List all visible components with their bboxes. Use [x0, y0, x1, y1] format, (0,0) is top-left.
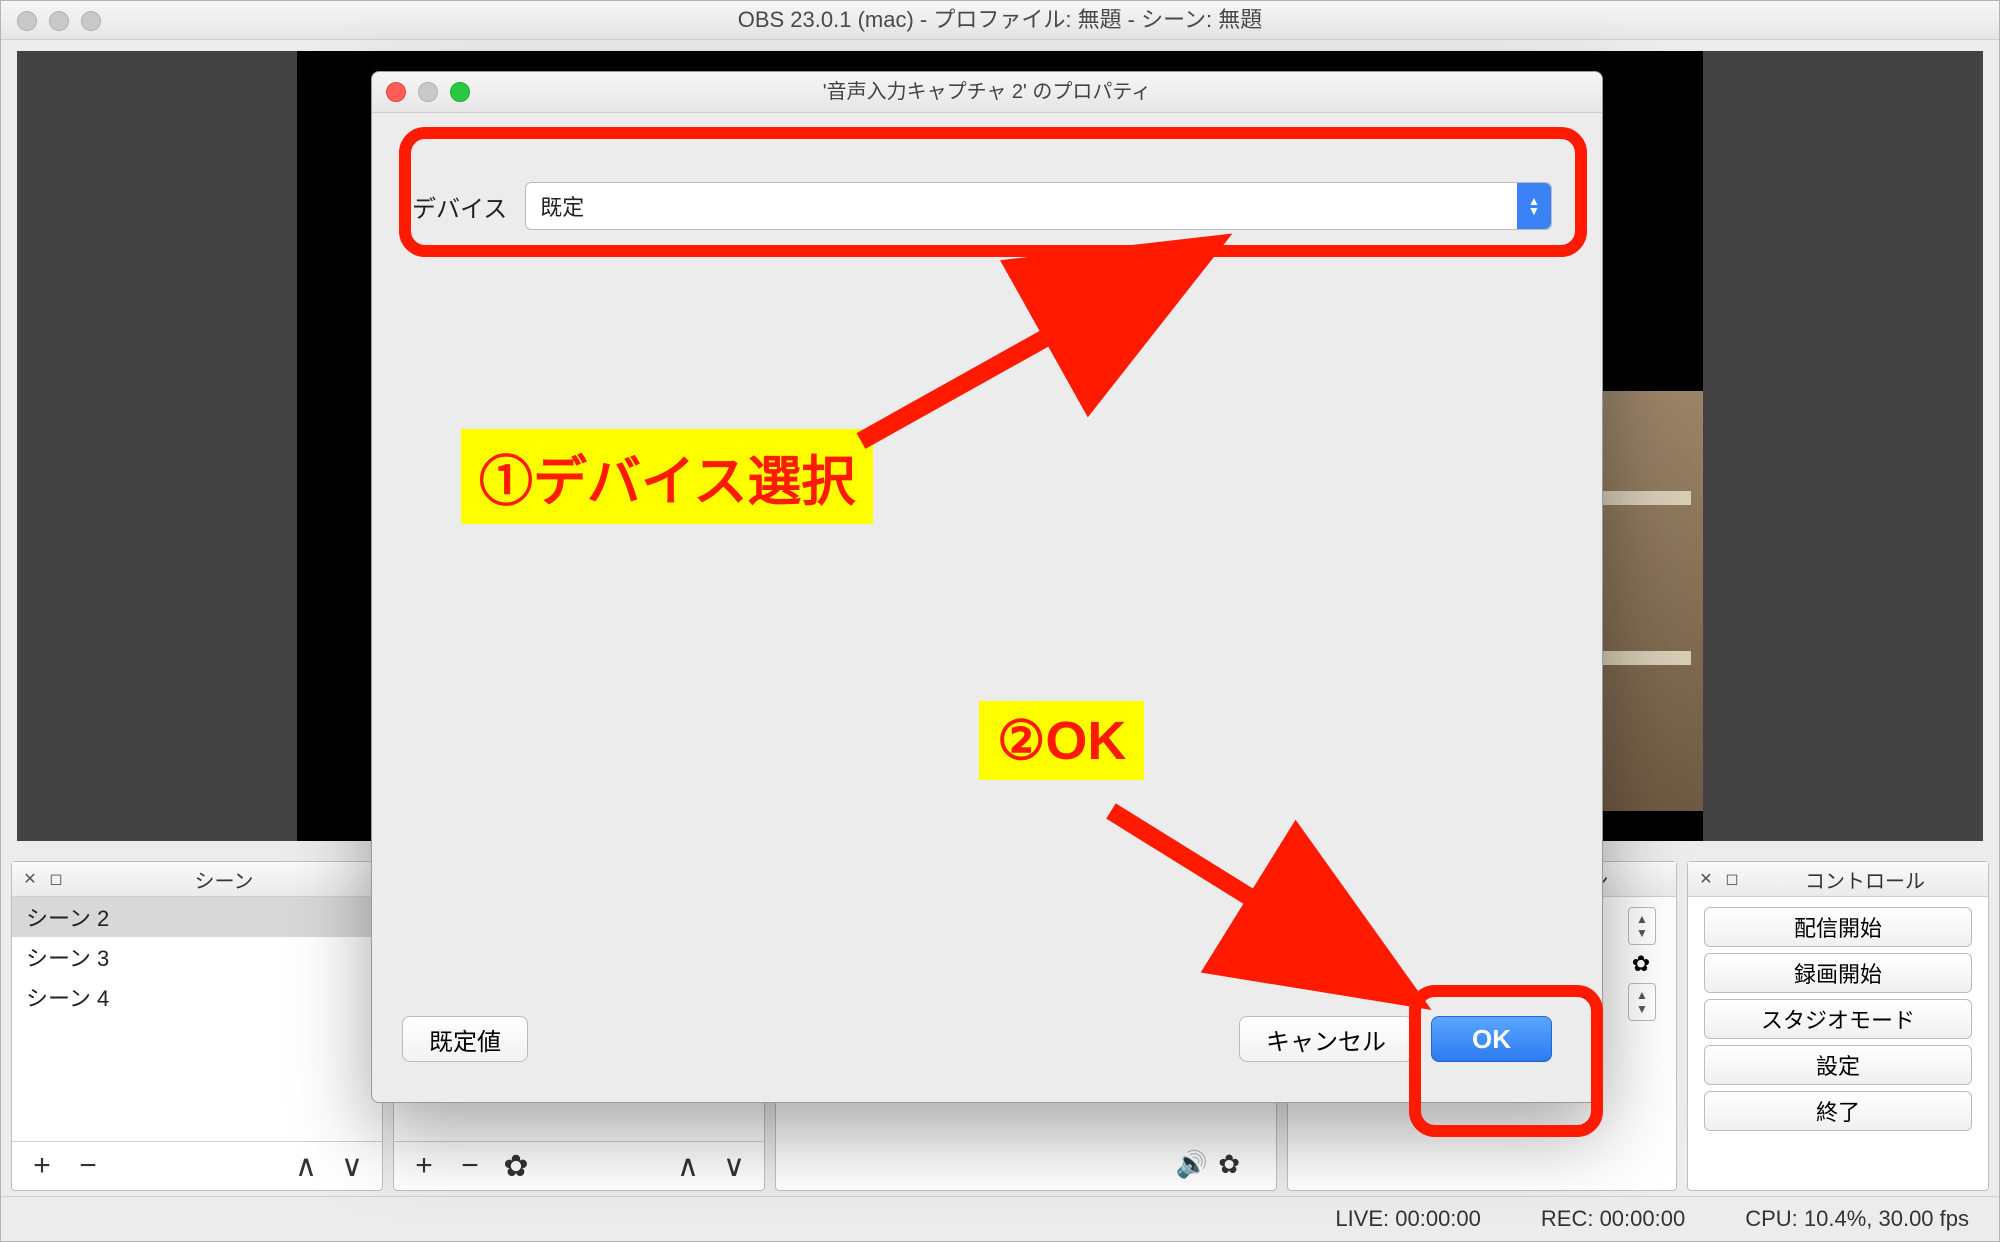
window-traffic-lights [17, 11, 101, 31]
window-close-icon[interactable] [17, 11, 37, 31]
transition-stepper[interactable]: ▲▼ [1628, 907, 1656, 945]
device-field-row: デバイス 既定 ▲▼ [412, 182, 1552, 230]
scene-item[interactable]: シーン 4 [12, 977, 382, 1017]
dialog-zoom-icon[interactable] [450, 82, 470, 102]
settings-button[interactable]: 設定 [1704, 1045, 1972, 1085]
device-label: デバイス [412, 189, 507, 224]
status-rec: REC: 00:00:00 [1541, 1206, 1685, 1232]
move-up-icon[interactable]: ∧ [292, 1149, 320, 1184]
dialog-titlebar: '音声入力キャプチャ 2' のプロパティ [372, 72, 1602, 113]
ok-button[interactable]: OK [1431, 1016, 1552, 1062]
dock-close-icon[interactable]: ✕ [20, 869, 40, 889]
dialog-title: '音声入力キャプチャ 2' のプロパティ [823, 81, 1151, 103]
scenes-toolbar: + − ∧ ∨ [12, 1141, 382, 1190]
defaults-button[interactable]: 既定値 [402, 1016, 528, 1062]
window-zoom-icon[interactable] [81, 11, 101, 31]
dialog-minimize-icon [418, 82, 438, 102]
dock-popout-icon[interactable]: ◻ [1722, 869, 1742, 889]
window-minimize-icon[interactable] [49, 11, 69, 31]
scene-item[interactable]: シーン 3 [12, 937, 382, 977]
move-up-icon[interactable]: ∧ [674, 1149, 702, 1184]
scene-item[interactable]: シーン 2 [12, 897, 382, 937]
exit-button[interactable]: 終了 [1704, 1091, 1972, 1131]
status-live: LIVE: 00:00:00 [1335, 1206, 1481, 1232]
controls-dock-header: ✕ ◻ コントロール [1688, 862, 1988, 897]
add-icon[interactable]: + [28, 1149, 56, 1183]
obs-main-window: OBS 23.0.1 (mac) - プロファイル: 無題 - シーン: 無題 … [0, 0, 2000, 1242]
gear-icon[interactable]: ✿ [1218, 1149, 1240, 1180]
status-cpu: CPU: 10.4%, 30.00 fps [1745, 1206, 1969, 1232]
remove-icon[interactable]: − [456, 1149, 484, 1183]
start-streaming-button[interactable]: 配信開始 [1704, 907, 1972, 947]
speaker-icon[interactable]: 🔊 [1176, 1149, 1208, 1180]
remove-icon[interactable]: − [74, 1149, 102, 1183]
scenes-dock-title: シーン [66, 865, 382, 894]
studio-mode-button[interactable]: スタジオモード [1704, 999, 1972, 1039]
scenes-list[interactable]: シーン 2 シーン 3 シーン 4 [12, 897, 382, 1141]
properties-dialog: '音声入力キャプチャ 2' のプロパティ デバイス 既定 ▲▼ 既定値 キャンセ… [371, 71, 1603, 1103]
dock-close-icon[interactable]: ✕ [1696, 869, 1716, 889]
controls-list: 配信開始 録画開始 スタジオモード 設定 終了 [1688, 897, 1988, 1190]
start-recording-button[interactable]: 録画開始 [1704, 953, 1972, 993]
device-select-value: 既定 [540, 190, 584, 222]
device-select[interactable]: 既定 ▲▼ [525, 182, 1552, 230]
controls-dock: ✕ ◻ コントロール 配信開始 録画開始 スタジオモード 設定 終了 [1687, 861, 1989, 1191]
add-icon[interactable]: + [410, 1149, 438, 1183]
settings-icon[interactable]: ✿ [502, 1149, 530, 1184]
move-down-icon[interactable]: ∨ [338, 1149, 366, 1184]
dock-popout-icon[interactable]: ◻ [46, 869, 66, 889]
scenes-dock: ✕ ◻ シーン シーン 2 シーン 3 シーン 4 + − ∧ ∨ [11, 861, 383, 1191]
sources-toolbar: + − ✿ ∧ ∨ [394, 1141, 764, 1190]
controls-dock-title: コントロール [1742, 865, 1988, 894]
dialog-button-row: 既定値 キャンセル OK [402, 1016, 1552, 1062]
cancel-button[interactable]: キャンセル [1239, 1016, 1413, 1062]
scenes-dock-header: ✕ ◻ シーン [12, 862, 382, 897]
status-bar: LIVE: 00:00:00 REC: 00:00:00 CPU: 10.4%,… [1, 1196, 1999, 1241]
duration-stepper[interactable]: ▲▼ [1628, 983, 1656, 1021]
chevron-updown-icon: ▲▼ [1517, 183, 1551, 229]
window-title: OBS 23.0.1 (mac) - プロファイル: 無題 - シーン: 無題 [1, 1, 1999, 40]
move-down-icon[interactable]: ∨ [720, 1149, 748, 1184]
dialog-close-icon[interactable] [386, 82, 406, 102]
gear-icon[interactable]: ✿ [1628, 951, 1654, 977]
